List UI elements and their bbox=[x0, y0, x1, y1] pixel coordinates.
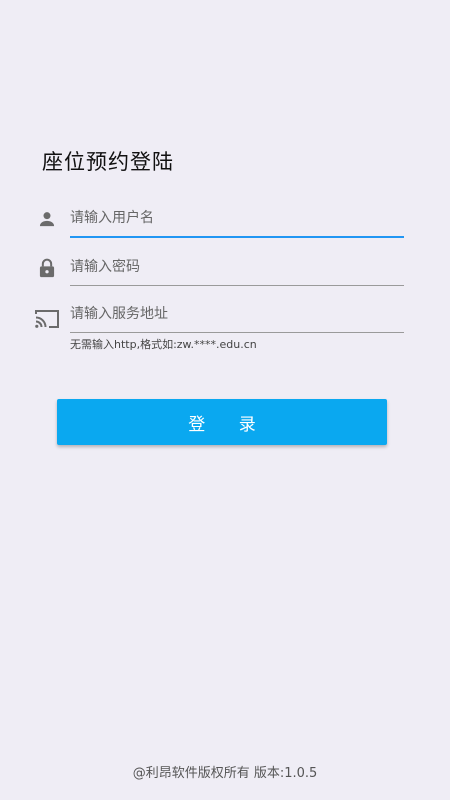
username-row bbox=[34, 200, 404, 240]
cast-icon bbox=[34, 306, 60, 332]
person-icon bbox=[34, 206, 60, 232]
login-title: 座位预约登陆 bbox=[42, 150, 174, 174]
password-row bbox=[34, 249, 404, 289]
footer-copyright: @利昂软件版权所有 版本:1.0.5 bbox=[132, 766, 318, 781]
username-input[interactable] bbox=[70, 200, 404, 238]
login-button[interactable]: 登 录 bbox=[57, 399, 387, 445]
server-hint: 无需输入http,格式如:zw.****.edu.cn bbox=[70, 338, 257, 351]
password-input[interactable] bbox=[70, 249, 404, 286]
server-row bbox=[34, 296, 404, 336]
server-address-input[interactable] bbox=[70, 296, 404, 333]
lock-icon bbox=[34, 255, 60, 281]
